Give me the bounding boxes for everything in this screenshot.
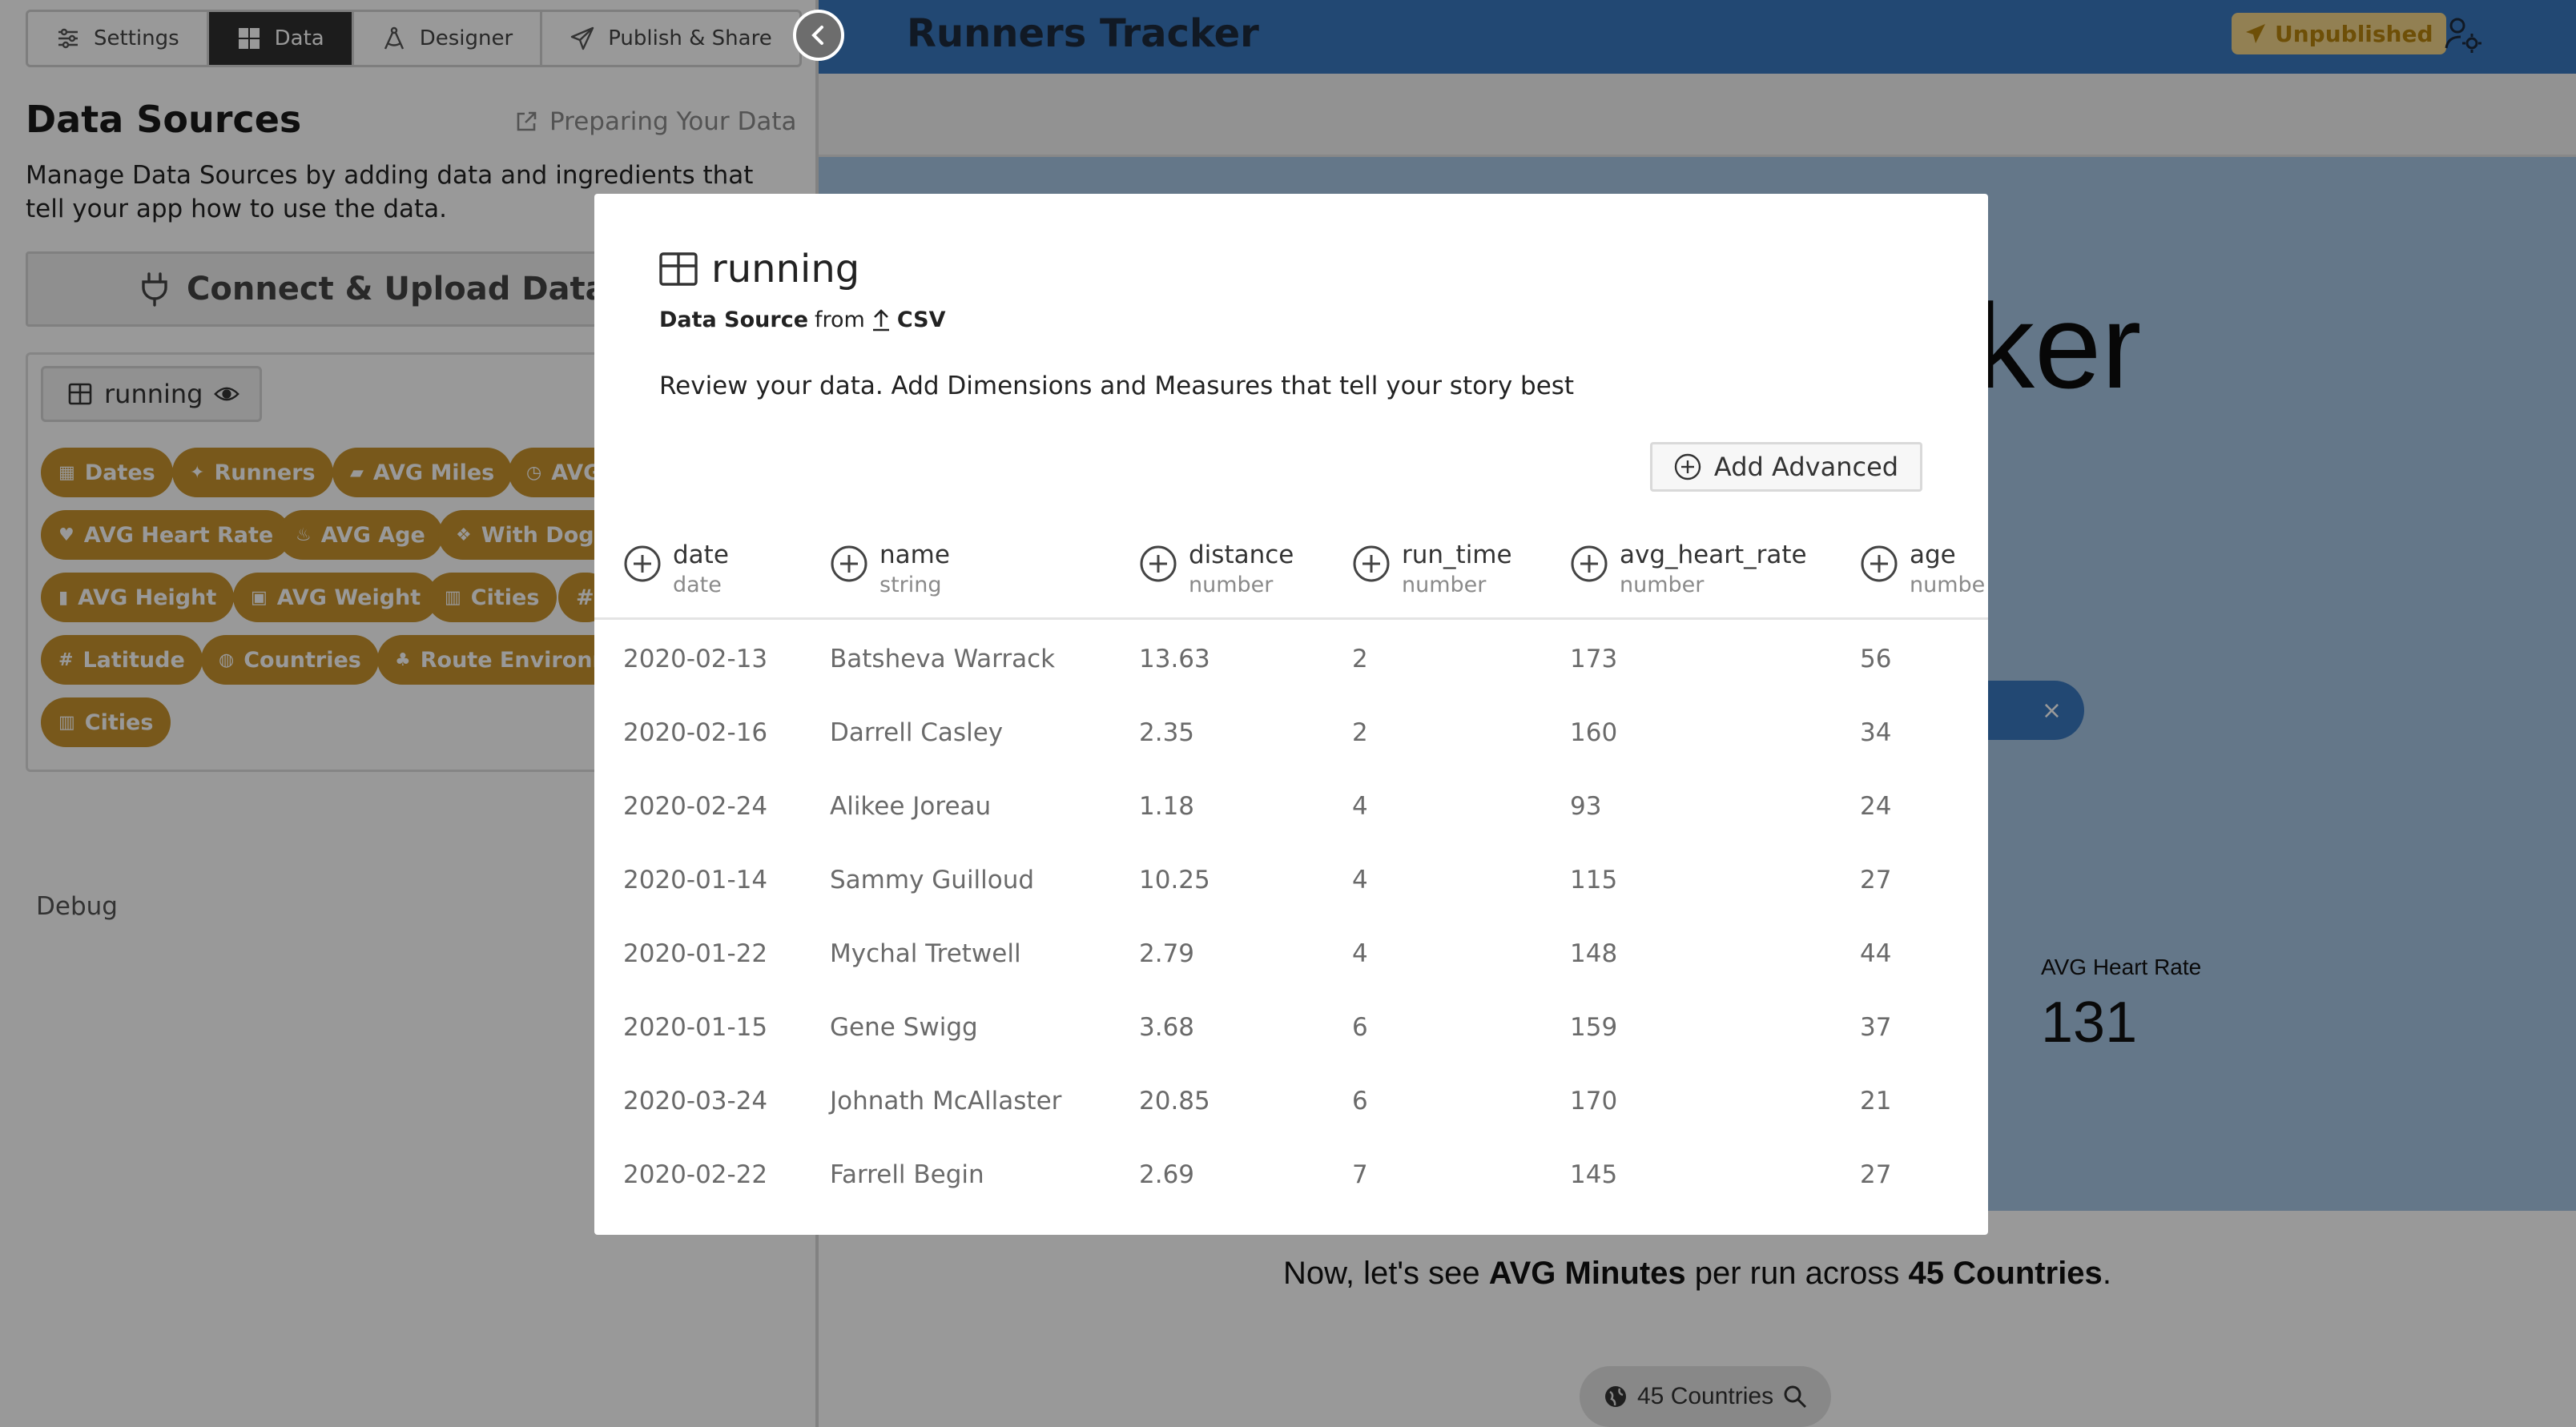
table-cell: 21 [1860, 1087, 1892, 1115]
table-cell: 2.79 [1139, 939, 1195, 968]
column-header-name: name string [830, 538, 950, 599]
table-cell: 56 [1860, 645, 1892, 673]
plus-circle-icon [1674, 453, 1701, 480]
table-cell: 13.63 [1139, 645, 1210, 673]
add-advanced-label: Add Advanced [1713, 452, 1899, 482]
table-cell: 34 [1860, 718, 1892, 747]
modal-title-text: running [711, 247, 860, 291]
table-row: 2020-01-22 Mychal Tretwell 2.79 4 148 44 [594, 917, 1988, 991]
chevron-left-icon [811, 26, 823, 45]
table-cell: Sammy Guilloud [830, 866, 1035, 894]
table-cell: 20.85 [1139, 1087, 1210, 1115]
table-cell: 2020-02-22 [623, 1160, 768, 1189]
table-row: 2020-02-24 Alikee Joreau 1.18 4 93 24 [594, 770, 1988, 843]
table-cell: 160 [1570, 718, 1618, 747]
table-row: 2020-02-13 Batsheva Warrack 13.63 2 173 56 [594, 622, 1988, 696]
table-cell: 27 [1860, 1160, 1892, 1189]
table-cell: Johnath McAllaster [830, 1087, 1062, 1115]
table-cell: 159 [1570, 1013, 1618, 1042]
add-advanced-button[interactable]: Add Advanced [1650, 442, 1922, 492]
table-cell: 2.69 [1139, 1160, 1195, 1189]
table-cell: 2020-01-15 [623, 1013, 768, 1042]
column-header-age: age numbe [1860, 538, 1985, 599]
table-cell: 115 [1570, 866, 1618, 894]
table-cell: Gene Swigg [830, 1013, 978, 1042]
table-row: 2020-01-15 Gene Swigg 3.68 6 159 37 [594, 991, 1988, 1064]
column-header-avg-heart-rate: avg_heart_rate number [1570, 538, 1807, 599]
table-cell: Alikee Joreau [830, 792, 992, 821]
modal-subtitle: Data Source from CSV [659, 308, 946, 332]
table-cell: Darrell Casley [830, 718, 1004, 747]
table-cell: 1.18 [1139, 792, 1195, 821]
table-cell: 2020-02-16 [623, 718, 768, 747]
column-header-distance: distance number [1139, 538, 1294, 599]
table-cell: 4 [1352, 939, 1368, 968]
collapse-panel-button[interactable] [793, 10, 844, 61]
upload-icon [872, 308, 889, 331]
table-cell: 2020-03-24 [623, 1087, 768, 1115]
add-column-icon[interactable] [1352, 545, 1391, 583]
column-header-date: date date [623, 538, 729, 599]
table-cell: 37 [1860, 1013, 1892, 1042]
table-cell: 173 [1570, 645, 1618, 673]
table-cell: Farrell Begin [830, 1160, 984, 1189]
add-column-icon[interactable] [1139, 545, 1177, 583]
table-cell: 27 [1860, 866, 1892, 894]
table-cell: 4 [1352, 792, 1368, 821]
table-cell: 2 [1352, 718, 1368, 747]
table-cell: 2020-01-14 [623, 866, 768, 894]
modal-title: running [658, 247, 859, 291]
table-row: 2020-01-14 Sammy Guilloud 10.25 4 115 27 [594, 843, 1988, 917]
add-column-icon[interactable] [1860, 545, 1898, 583]
table-cell: 6 [1352, 1087, 1368, 1115]
table-cell: 24 [1860, 792, 1892, 821]
table-cell: 145 [1570, 1160, 1618, 1189]
table-row: 2020-02-16 Darrell Casley 2.35 2 160 34 [594, 696, 1988, 770]
table-cell: 2 [1352, 645, 1368, 673]
table-cell: 2020-02-13 [623, 645, 768, 673]
table-header: date date name string distance number run_t… [594, 538, 1988, 620]
table-cell: 148 [1570, 939, 1618, 968]
table-cell: 2020-01-22 [623, 939, 768, 968]
table-cell: 10.25 [1139, 866, 1210, 894]
table-cell: 3.68 [1139, 1013, 1195, 1042]
add-column-icon[interactable] [1570, 545, 1608, 583]
table-cell: Mychal Tretwell [830, 939, 1021, 968]
table-cell: 6 [1352, 1013, 1368, 1042]
table-row: 2020-02-22 Farrell Begin 2.69 7 145 27 [594, 1138, 1988, 1212]
table-cell: 7 [1352, 1160, 1368, 1189]
table-body: 2020-02-13 Batsheva Warrack 13.63 2 173 56 202… [594, 622, 1988, 1212]
table-cell: 2020-02-24 [623, 792, 768, 821]
table-cell: 4 [1352, 866, 1368, 894]
modal-description: Review your data. Add Dimensions and Mea… [659, 372, 1575, 400]
column-header-run-time: run_time number [1352, 538, 1512, 599]
table-icon [659, 252, 698, 286]
add-column-icon[interactable] [830, 545, 868, 583]
table-cell: 2.35 [1139, 718, 1195, 747]
data-source-modal: running Data Source from CSV Review your… [594, 194, 1988, 1235]
table-cell: 93 [1570, 792, 1602, 821]
table-cell: Batsheva Warrack [830, 645, 1056, 673]
table-cell: 44 [1860, 939, 1892, 968]
table-row: 2020-03-24 Johnath McAllaster 20.85 6 170 21 [594, 1064, 1988, 1138]
table-cell: 170 [1570, 1087, 1618, 1115]
add-column-icon[interactable] [623, 545, 662, 583]
